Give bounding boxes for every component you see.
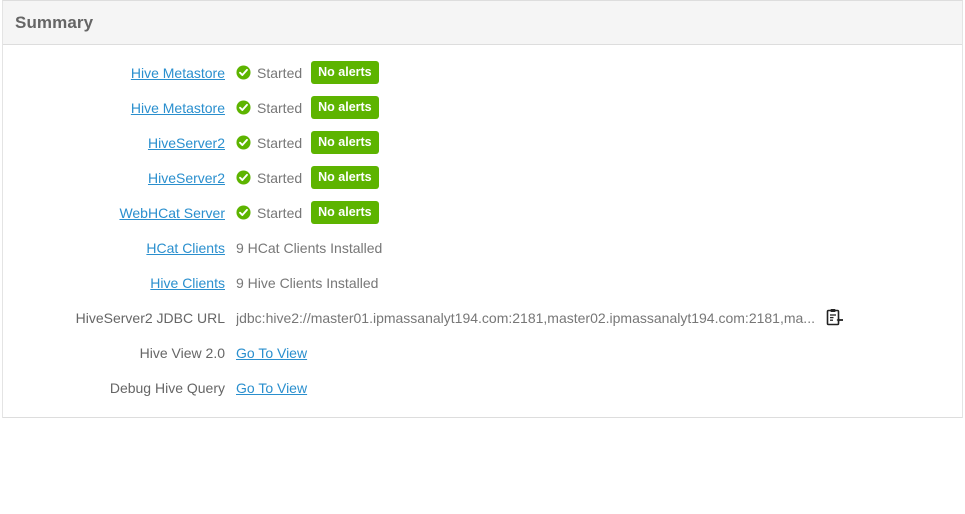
table-row: HiveServer2 JDBC URL jdbc:hive2://master0… xyxy=(3,300,962,335)
jdbc-url-text: jdbc:hive2://master01.ipmassanalyt194.co… xyxy=(236,309,815,326)
check-circle-icon xyxy=(236,65,251,80)
row-label-cell: Hive Clients xyxy=(3,265,225,300)
status-badge[interactable]: No alerts xyxy=(311,60,379,85)
check-circle-icon xyxy=(236,135,251,150)
status-cell: Started No alerts xyxy=(236,165,962,190)
summary-panel: Summary Hive Metastore Started No alerts Hi… xyxy=(2,0,963,418)
row-label-link[interactable]: Hive Clients xyxy=(150,275,225,291)
row-label-cell: HCat Clients xyxy=(3,230,225,265)
page-title: Summary xyxy=(15,12,94,32)
row-value-cell: Started No alerts xyxy=(225,195,962,230)
row-value-text: 9 HCat Clients Installed xyxy=(236,239,383,256)
check-circle-icon xyxy=(236,100,251,115)
table-row: HCat Clients 9 HCat Clients Installed xyxy=(3,230,962,265)
row-label-link[interactable]: Hive Metastore xyxy=(131,100,225,116)
row-value-cell: Go To View xyxy=(225,335,962,370)
table-row: Hive Metastore Started No alerts xyxy=(3,55,962,90)
row-value-cell: Started No alerts xyxy=(225,160,962,195)
table-row: WebHCat Server Started No alerts xyxy=(3,195,962,230)
status-text: Started xyxy=(257,64,303,81)
row-value-cell: 9 HCat Clients Installed xyxy=(225,230,962,265)
status-badge[interactable]: No alerts xyxy=(311,165,379,190)
row-label-text: HiveServer2 JDBC URL xyxy=(75,309,225,326)
go-to-view-link[interactable]: Go To View xyxy=(236,345,307,361)
check-circle-icon-svg xyxy=(236,135,251,150)
status-cell: Started No alerts xyxy=(236,200,962,225)
row-value-text: 9 Hive Clients Installed xyxy=(236,274,379,291)
row-label-cell: Hive Metastore xyxy=(3,90,225,125)
check-circle-icon-svg xyxy=(236,65,251,80)
status-badge[interactable]: No alerts xyxy=(311,130,379,155)
row-value-cell: Go To View xyxy=(225,370,962,405)
row-label-cell: Debug Hive Query xyxy=(3,370,225,405)
row-label-link[interactable]: HiveServer2 xyxy=(148,135,225,151)
row-label-cell: HiveServer2 xyxy=(3,160,225,195)
row-value-cell: jdbc:hive2://master01.ipmassanalyt194.co… xyxy=(225,300,962,335)
check-circle-icon-svg xyxy=(236,170,251,185)
status-cell: Started No alerts xyxy=(236,60,962,85)
status-text: Started xyxy=(257,99,303,116)
row-value-cell: Started No alerts xyxy=(225,125,962,160)
check-circle-icon xyxy=(236,205,251,220)
row-label-cell: Hive Metastore xyxy=(3,55,225,90)
check-circle-icon xyxy=(236,170,251,185)
summary-panel-body: Hive Metastore Started No alerts Hive Metas… xyxy=(3,45,962,418)
table-row: Hive Clients 9 Hive Clients Installed xyxy=(3,265,962,300)
summary-table: Hive Metastore Started No alerts Hive Metas… xyxy=(3,55,962,405)
row-label-link[interactable]: Hive Metastore xyxy=(131,65,225,81)
row-label-cell: Hive View 2.0 xyxy=(3,335,225,370)
summary-panel-header: Summary xyxy=(3,1,962,45)
go-to-view-link[interactable]: Go To View xyxy=(236,380,307,396)
copy-to-clipboard-icon[interactable] xyxy=(823,307,845,329)
row-label-cell: WebHCat Server xyxy=(3,195,225,230)
row-value-cell: Started No alerts xyxy=(225,55,962,90)
copy-to-clipboard-icon-svg xyxy=(826,308,843,325)
row-value-cell: 9 Hive Clients Installed xyxy=(225,265,962,300)
row-label-text: Hive View 2.0 xyxy=(139,344,225,361)
row-label-link[interactable]: HiveServer2 xyxy=(148,170,225,186)
status-text: Started xyxy=(257,204,303,221)
status-text: Started xyxy=(257,134,303,151)
table-row: Hive Metastore Started No alerts xyxy=(3,90,962,125)
status-badge[interactable]: No alerts xyxy=(311,95,379,120)
row-label-link[interactable]: HCat Clients xyxy=(146,240,225,256)
row-label-cell: HiveServer2 xyxy=(3,125,225,160)
table-row: HiveServer2 Started No alerts xyxy=(3,125,962,160)
row-label-link[interactable]: WebHCat Server xyxy=(119,205,225,221)
row-label-cell: HiveServer2 JDBC URL xyxy=(3,300,225,335)
status-text: Started xyxy=(257,169,303,186)
check-circle-icon-svg xyxy=(236,100,251,115)
table-row: HiveServer2 Started No alerts xyxy=(3,160,962,195)
jdbc-url-cell: jdbc:hive2://master01.ipmassanalyt194.co… xyxy=(236,307,936,329)
table-row: Hive View 2.0 Go To View xyxy=(3,335,962,370)
check-circle-icon-svg xyxy=(236,205,251,220)
row-label-text: Debug Hive Query xyxy=(109,379,225,396)
row-value-cell: Started No alerts xyxy=(225,90,962,125)
status-cell: Started No alerts xyxy=(236,130,962,155)
status-cell: Started No alerts xyxy=(236,95,962,120)
page-background xyxy=(0,418,965,514)
table-row: Debug Hive Query Go To View xyxy=(3,370,962,405)
status-badge[interactable]: No alerts xyxy=(311,200,379,225)
